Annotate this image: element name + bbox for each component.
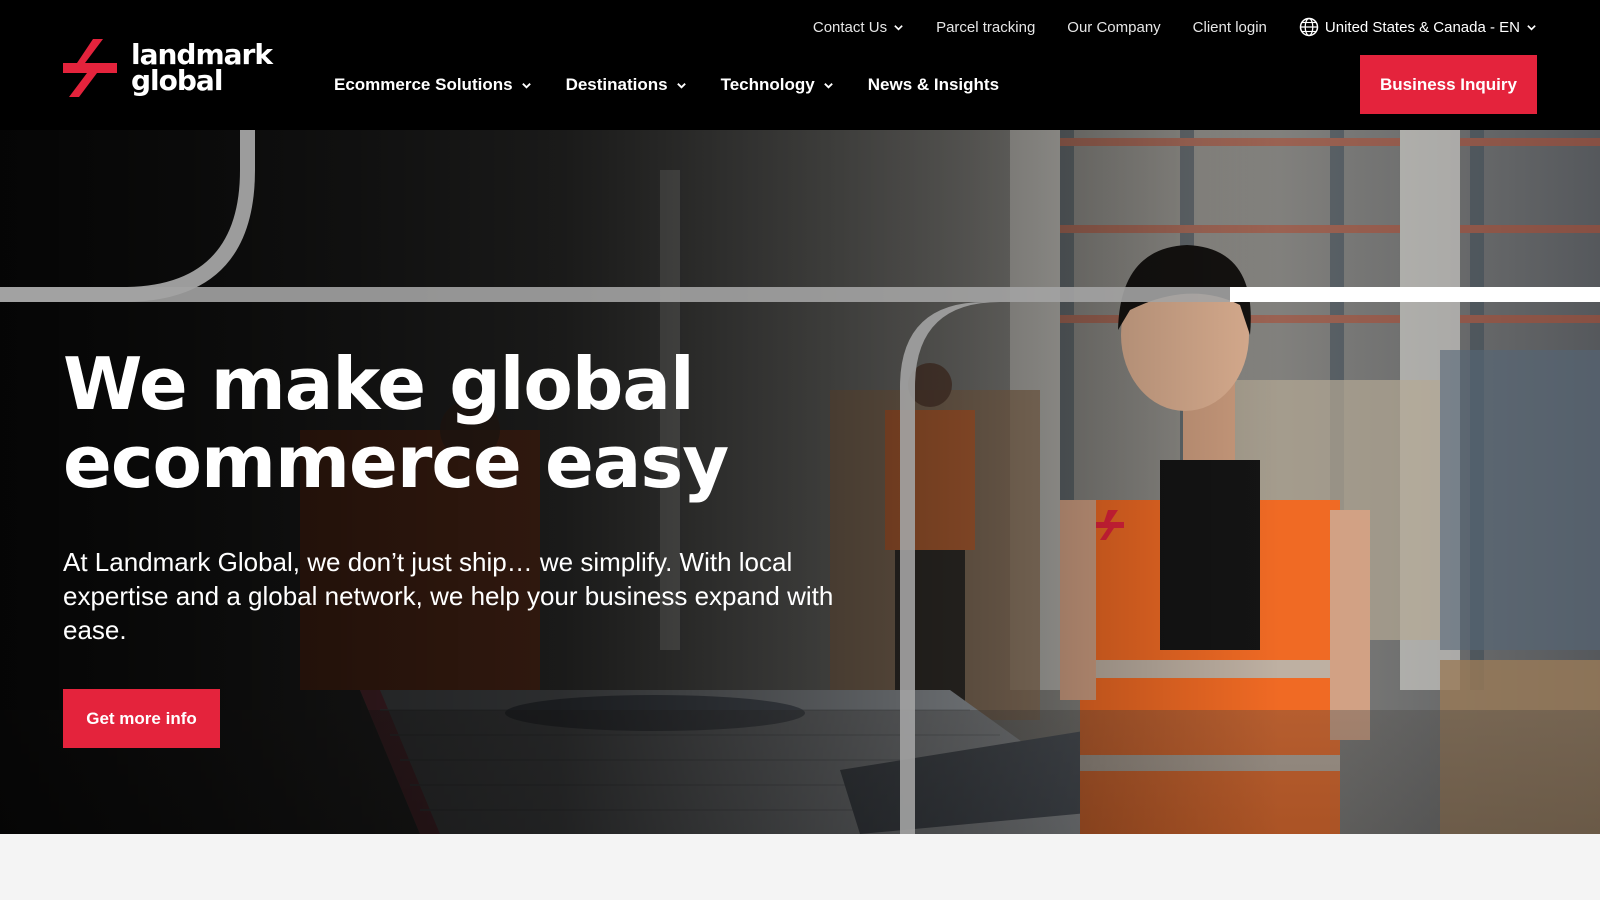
logo-link[interactable]: landmark global xyxy=(63,38,283,98)
get-more-info-button[interactable]: Get more info xyxy=(63,689,220,748)
hero-title-line-1: We make global xyxy=(63,342,695,426)
nav-ecommerce-label: Ecommerce Solutions xyxy=(334,75,513,94)
site-header: landmark global Contact Us Parcel tracki… xyxy=(0,0,1600,130)
main-nav: Ecommerce Solutions Destinations Technol… xyxy=(334,70,999,100)
chevron-down-icon xyxy=(676,82,686,89)
nav-technology-label: Technology xyxy=(720,75,815,94)
next-section-background xyxy=(0,834,1600,900)
nav-ecommerce-solutions[interactable]: Ecommerce Solutions xyxy=(334,75,532,95)
utility-nav: Contact Us Parcel tracking Our Company C… xyxy=(813,14,1537,40)
nav-news-insights[interactable]: News & Insights xyxy=(868,75,999,95)
chevron-down-icon xyxy=(823,82,833,89)
landmark-logo-icon xyxy=(63,39,117,97)
utility-nav-login-label: Client login xyxy=(1192,18,1267,36)
business-inquiry-button[interactable]: Business Inquiry xyxy=(1360,55,1537,114)
utility-nav-company-label: Our Company xyxy=(1067,18,1161,36)
hero-section: We make global ecommerce easy At Landmar… xyxy=(0,130,1600,834)
chevron-down-icon xyxy=(521,82,531,89)
hero-description: At Landmark Global, we don’t just ship… … xyxy=(63,547,834,645)
locale-selector[interactable]: United States & Canada - EN xyxy=(1299,17,1537,37)
logo-text: landmark global xyxy=(131,41,273,97)
hero-title: We make global ecommerce easy xyxy=(63,345,943,501)
nav-destinations-label: Destinations xyxy=(565,75,668,94)
utility-nav-login[interactable]: Client login xyxy=(1193,19,1267,36)
globe-icon xyxy=(1299,17,1319,37)
chevron-down-icon xyxy=(1527,24,1536,31)
utility-nav-contact[interactable]: Contact Us xyxy=(813,19,904,36)
nav-news-label: News & Insights xyxy=(867,75,1000,94)
hero-content: We make global ecommerce easy At Landmar… xyxy=(63,345,943,748)
chevron-down-icon xyxy=(894,24,903,31)
logo-line-2: global xyxy=(131,64,223,97)
nav-technology[interactable]: Technology xyxy=(721,75,834,95)
utility-nav-tracking[interactable]: Parcel tracking xyxy=(936,19,1035,36)
utility-nav-tracking-label: Parcel tracking xyxy=(936,18,1036,36)
hero-title-line-2: ecommerce easy xyxy=(63,420,729,504)
locale-label: United States & Canada - EN xyxy=(1324,18,1520,36)
utility-nav-contact-label: Contact Us xyxy=(812,18,888,36)
utility-nav-company[interactable]: Our Company xyxy=(1067,19,1160,36)
nav-destinations[interactable]: Destinations xyxy=(566,75,687,95)
